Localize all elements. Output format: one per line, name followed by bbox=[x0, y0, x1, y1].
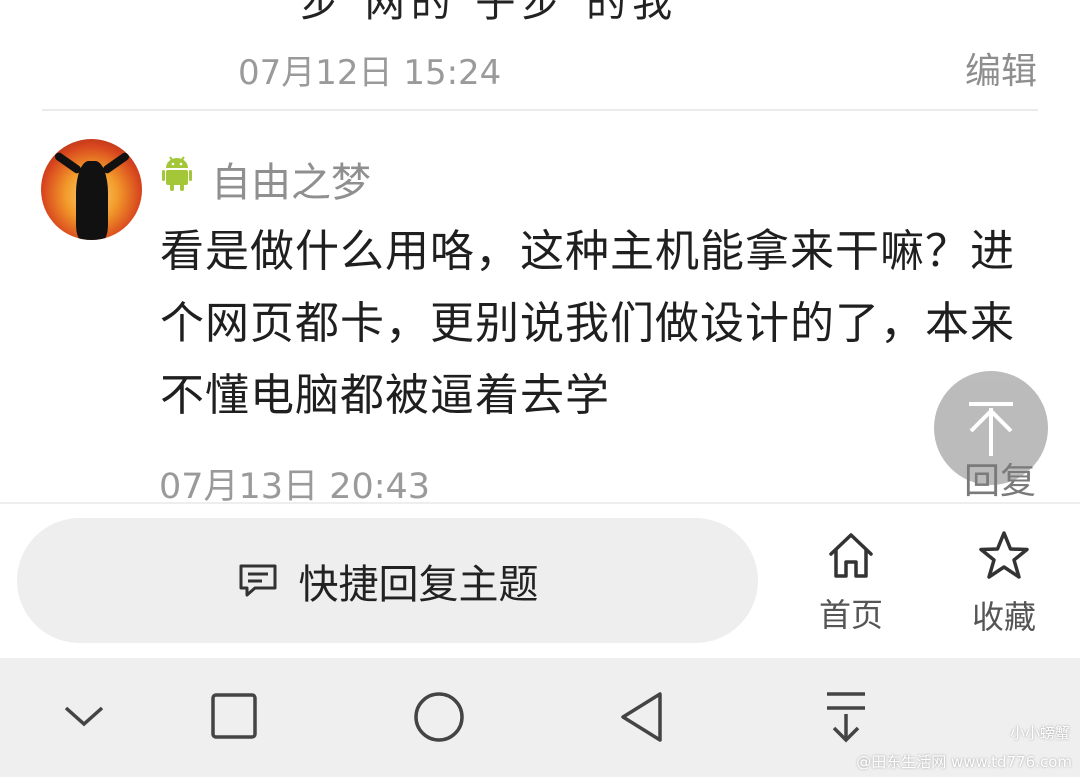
back-triangle-icon[interactable] bbox=[618, 688, 668, 748]
bottom-divider bbox=[0, 502, 1080, 504]
floating-reply-label[interactable]: 回复 bbox=[964, 452, 1036, 504]
avatar[interactable] bbox=[41, 139, 142, 240]
favorite-button[interactable]: 收藏 bbox=[944, 530, 1064, 638]
edit-button[interactable]: 编辑 bbox=[965, 42, 1037, 94]
home-circle-icon[interactable] bbox=[412, 688, 466, 748]
previous-post-content: 步 网的 子步 的我 bbox=[300, 0, 679, 26]
quick-reply-label: 快捷回复主题 bbox=[298, 561, 539, 608]
home-button[interactable]: 首页 bbox=[791, 530, 911, 636]
favorite-label: 收藏 bbox=[971, 598, 1036, 636]
watermark-line1: 小小螃蟹 bbox=[1009, 724, 1070, 742]
comment-icon bbox=[239, 564, 276, 596]
quick-reply-button[interactable]: 快捷回复主题 bbox=[17, 518, 758, 643]
recents-square-icon[interactable] bbox=[210, 688, 258, 748]
star-icon bbox=[979, 531, 1029, 579]
watermark-line2: @田东生活网 www.td776.com bbox=[856, 753, 1072, 771]
chevron-down-icon[interactable] bbox=[62, 688, 106, 748]
username[interactable]: 自由之梦 bbox=[211, 150, 371, 208]
home-icon bbox=[829, 533, 873, 578]
notification-pull-icon[interactable] bbox=[822, 688, 870, 748]
post-content: 看是做什么用咯，这种主机能拿来干嘛？进个网页都卡，更别说我们做设计的了，本来不懂… bbox=[160, 226, 1015, 421]
home-label: 首页 bbox=[818, 596, 883, 634]
post-divider bbox=[42, 109, 1038, 111]
previous-post-time: 07月12日 15:24 bbox=[238, 53, 502, 93]
android-icon bbox=[162, 156, 192, 191]
